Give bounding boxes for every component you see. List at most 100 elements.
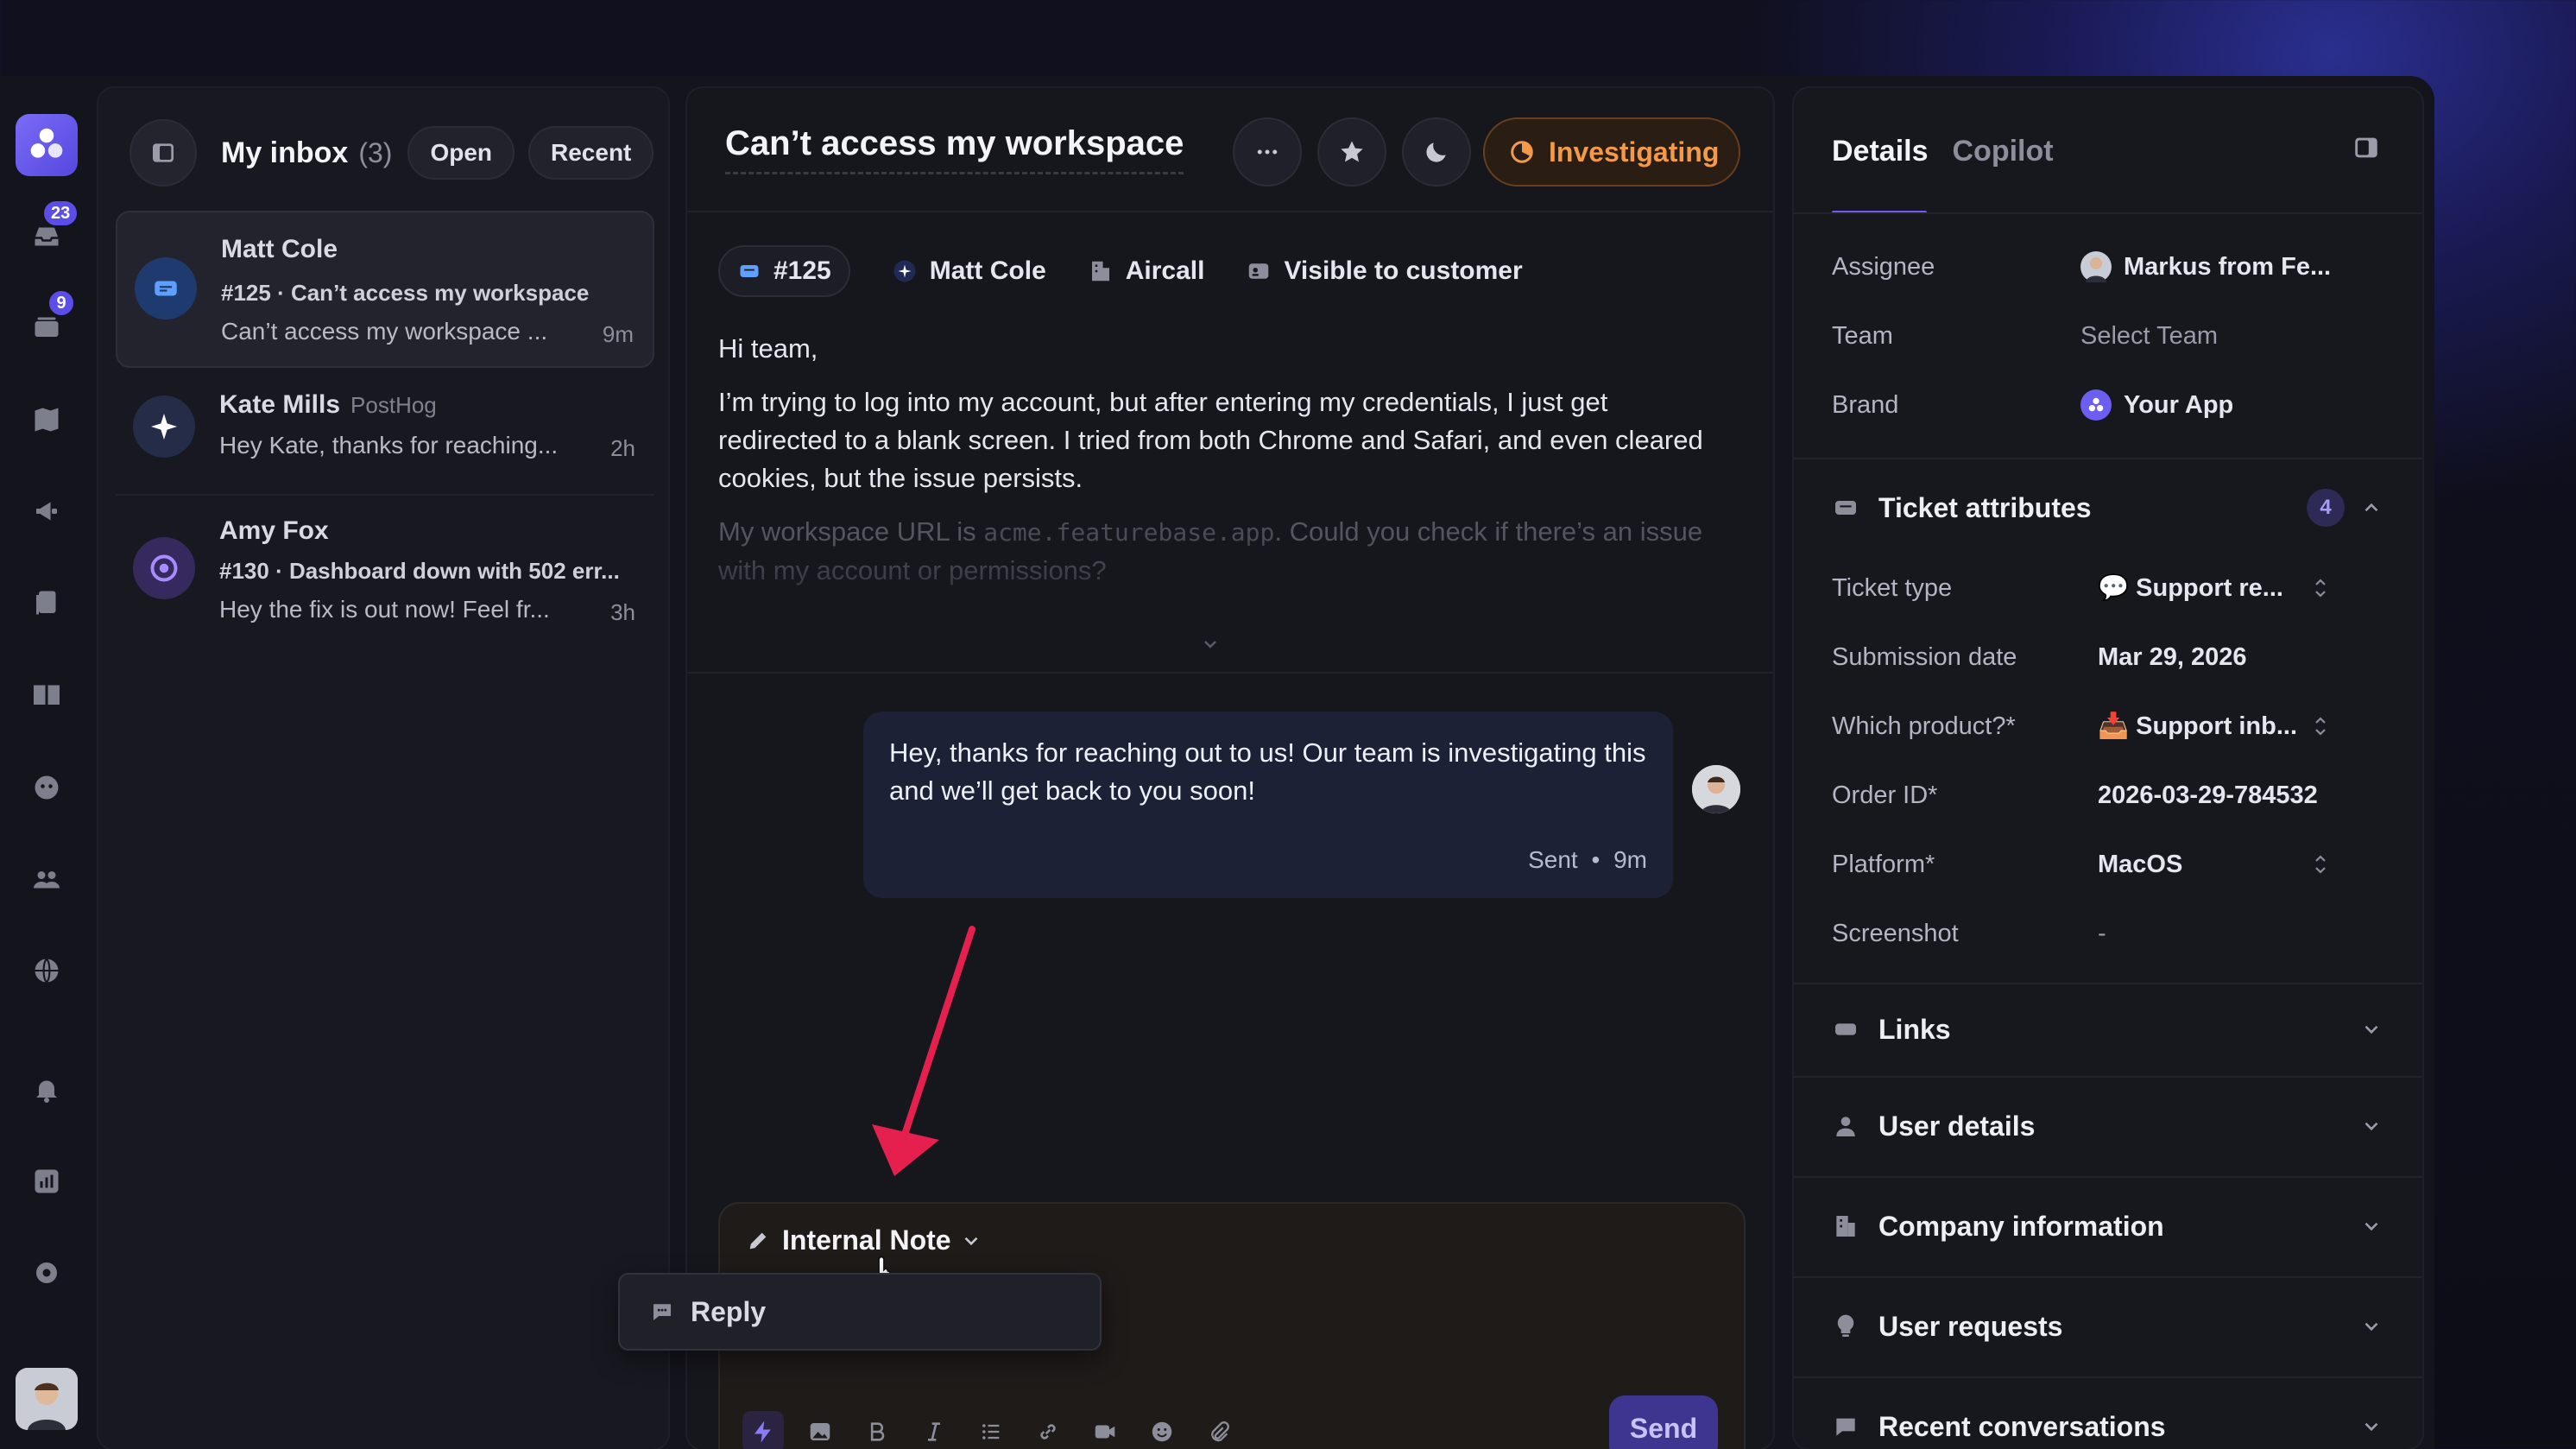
investigating-icon: [1511, 141, 1533, 163]
conversation-item[interactable]: Amy Fox #130 · Dashboard down with 502 e…: [116, 501, 654, 639]
submission-date-row[interactable]: Submission date Mar 29, 2026: [1832, 636, 2402, 679]
collapse-panel-button[interactable]: [2352, 133, 2381, 167]
sparkle-icon: [151, 414, 177, 440]
section-recent-conversations[interactable]: Recent conversations: [1832, 1401, 2402, 1449]
rail-users[interactable]: [22, 855, 71, 903]
ai-button[interactable]: [742, 1411, 784, 1449]
brand-logo-icon: [2088, 397, 2104, 412]
link-button[interactable]: [1027, 1411, 1069, 1449]
docs-icon: [36, 591, 56, 615]
section-title: User details: [1878, 1110, 2036, 1142]
ellipsis-icon: [1257, 149, 1278, 155]
assignee-row[interactable]: Assignee Markus from Fe...: [1832, 245, 2402, 288]
tab-details[interactable]: Details: [1832, 135, 1929, 168]
chat-bubble-icon: [653, 1304, 671, 1320]
rail-analytics[interactable]: [22, 1157, 71, 1205]
conversation-org: PostHog: [350, 392, 437, 418]
image-button[interactable]: [799, 1411, 841, 1449]
logo-icon: [30, 128, 63, 158]
conversation-avatar: [133, 395, 195, 458]
agent-avatar: [1692, 765, 1740, 813]
status-dropdown[interactable]: Investigating: [1483, 117, 1740, 187]
analytics-icon: [35, 1169, 59, 1193]
assignee-label: Assignee: [1832, 252, 1935, 281]
brand-label: Brand: [1832, 390, 1899, 419]
italic-button[interactable]: [913, 1411, 955, 1449]
section-title: Company information: [1878, 1210, 2164, 1242]
rail-globe[interactable]: [22, 946, 71, 995]
section-links[interactable]: Links: [1832, 1003, 2402, 1055]
ticket-id-chip[interactable]: #125: [718, 245, 850, 297]
conversation-preview: Hey the fix is out now! Feel fr...: [219, 596, 550, 623]
rail-roadmap[interactable]: [22, 395, 71, 444]
attributes-count: 4: [2307, 489, 2345, 527]
composer-mode-menu-reply[interactable]: Reply: [618, 1273, 1102, 1351]
section-company-information[interactable]: Company information: [1832, 1200, 2402, 1252]
app-logo[interactable]: [16, 114, 78, 176]
star-button[interactable]: [1317, 117, 1386, 187]
expand-message-button[interactable]: [1200, 634, 1221, 659]
user-avatar-icon: [16, 1368, 78, 1430]
sort-recent-button[interactable]: Recent: [528, 126, 654, 180]
agent-reply-bubble: Hey, thanks for reaching out to us! Our …: [863, 712, 1673, 898]
details-tabs: Details Copilot: [1832, 135, 2078, 168]
brand-row[interactable]: Brand Your App: [1832, 383, 2402, 427]
filter-open-button[interactable]: Open: [407, 126, 515, 180]
platform-row[interactable]: Platform* MacOS: [1832, 843, 2402, 886]
send-button[interactable]: Send: [1609, 1395, 1718, 1449]
conversation-item[interactable]: Kate Mills PostHog Hey Kate, thanks for r…: [116, 376, 654, 482]
current-user-avatar[interactable]: [16, 1368, 78, 1430]
rail-help-center[interactable]: [22, 670, 71, 718]
order-id-row[interactable]: Order ID* 2026-03-29-784532: [1832, 774, 2402, 817]
ticket-icon: [740, 265, 759, 277]
team-row[interactable]: Team Select Team: [1832, 314, 2402, 358]
composer-mode-dropdown[interactable]: Internal Note: [746, 1224, 994, 1256]
screenshot-row[interactable]: Screenshot -: [1832, 912, 2402, 955]
tab-copilot[interactable]: Copilot: [1953, 135, 2054, 168]
app-window: 23 9 My inbox (3) Open Recent Matt Cole …: [0, 76, 2434, 1449]
rail-announcements[interactable]: [22, 487, 71, 535]
visibility-chip[interactable]: Visible to customer: [1246, 245, 1523, 297]
panel-right-icon: [2355, 137, 2377, 158]
brand-value: Your App: [2080, 389, 2233, 421]
rail-tickets[interactable]: 9: [22, 288, 76, 351]
emoji-button[interactable]: [1141, 1411, 1183, 1449]
ticket-id: #125: [773, 256, 831, 285]
attachment-button[interactable]: [1198, 1411, 1240, 1449]
section-user-requests[interactable]: User requests: [1832, 1300, 2402, 1352]
rail-docs[interactable]: [22, 579, 71, 627]
conversation-avatar: [133, 537, 195, 599]
moon-icon: [1426, 142, 1446, 162]
section-user-details[interactable]: User details: [1832, 1100, 2402, 1152]
chevron-down-icon: [1204, 641, 1216, 649]
bold-button[interactable]: [856, 1411, 898, 1449]
rail-inbox[interactable]: 23: [22, 199, 80, 261]
section-ticket-attributes[interactable]: Ticket attributes 4: [1832, 482, 2402, 534]
product-row[interactable]: Which product?* 📥 Support inb...: [1832, 705, 2402, 748]
rail-ai-agent[interactable]: [22, 763, 71, 812]
ticket-type-row[interactable]: Ticket type 💬 Support re...: [1832, 566, 2402, 610]
ticket-icon: [1835, 501, 1856, 515]
select-stepper-icon: [2315, 717, 2326, 736]
users-icon: [34, 871, 60, 889]
annotation-arrow-icon: [872, 926, 975, 1176]
user-chip[interactable]: Matt Cole: [892, 245, 1046, 297]
company-chip[interactable]: Aircall: [1088, 245, 1204, 297]
more-options-button[interactable]: [1233, 117, 1302, 187]
rail-settings[interactable]: [22, 1249, 71, 1297]
video-button[interactable]: [1084, 1411, 1126, 1449]
toggle-sidebar-button[interactable]: [129, 119, 197, 187]
reply-meta: Sent • 9m: [1528, 846, 1647, 873]
message-greeting: Hi team,: [718, 333, 818, 364]
building-icon: [1836, 1216, 1855, 1237]
section-divider: [1794, 1076, 2422, 1078]
list-button[interactable]: [970, 1411, 1012, 1449]
inbox-badge: 23: [41, 199, 80, 228]
snooze-button[interactable]: [1402, 117, 1471, 187]
inbox-header: My inbox (3) Open Recent: [129, 119, 654, 187]
conversation-item[interactable]: Matt Cole #125 · Can’t access my workspa…: [116, 211, 654, 368]
inbox-title: My inbox: [221, 136, 349, 169]
select-stepper-icon: [2315, 855, 2326, 874]
rail-notifications[interactable]: [22, 1066, 71, 1114]
conversation-title[interactable]: Can’t access my workspace: [725, 124, 1184, 174]
